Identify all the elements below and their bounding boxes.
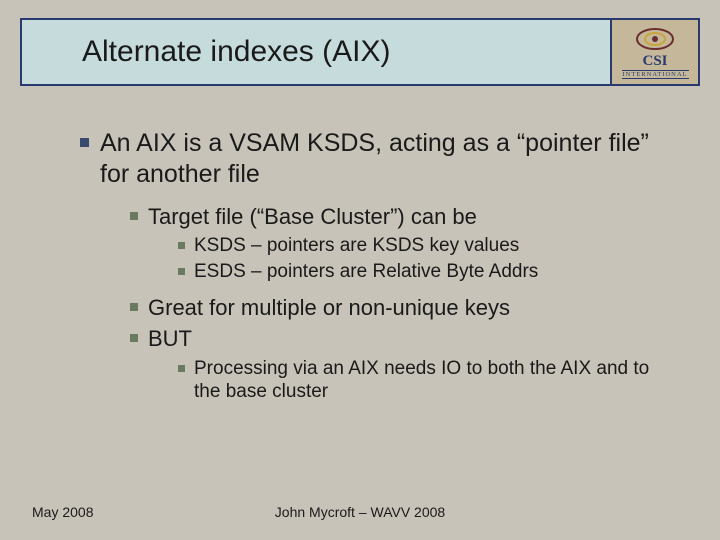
title-row: Alternate indexes (AIX) CSI INTERNATIONA… [20,18,700,86]
bullet-text: ESDS – pointers are Relative Byte Addrs [194,261,538,282]
bullet-list: An AIX is a VSAM KSDS, acting as a “poin… [80,128,660,404]
bullet-text: Great for multiple or non-unique keys [148,295,510,320]
bullet-l1: An AIX is a VSAM KSDS, acting as a “poin… [80,128,660,404]
bullet-text: An AIX is a VSAM KSDS, acting as a “poin… [100,129,649,188]
logo: CSI INTERNATIONAL [612,18,700,86]
content-area: An AIX is a VSAM KSDS, acting as a “poin… [80,128,660,414]
bullet-list-l3: KSDS – pointers are KSDS key values ESDS… [178,234,660,284]
bullet-text: Target file (“Base Cluster”) can be [148,204,477,229]
logo-name: CSI [642,54,667,69]
title-box: Alternate indexes (AIX) [20,18,612,86]
swirl-icon [634,25,676,53]
bullet-l2: Target file (“Base Cluster”) can be KSDS… [130,203,660,284]
slide-title: Alternate indexes (AIX) [82,35,390,69]
footer-author: John Mycroft – WAVV 2008 [0,504,720,520]
bullet-l2: BUT Processing via an AIX needs IO to bo… [130,325,660,404]
bullet-text: KSDS – pointers are KSDS key values [194,235,519,256]
bullet-text: BUT [148,326,192,351]
bullet-l2: Great for multiple or non-unique keys [130,294,660,322]
bullet-list-l2: Target file (“Base Cluster”) can be KSDS… [130,203,660,405]
bullet-text: Processing via an AIX needs IO to both t… [194,358,649,403]
bullet-list-l3: Processing via an AIX needs IO to both t… [178,357,660,405]
slide: Alternate indexes (AIX) CSI INTERNATIONA… [0,0,720,540]
bullet-l3: Processing via an AIX needs IO to both t… [178,357,660,405]
bullet-l3: KSDS – pointers are KSDS key values [178,234,660,258]
bullet-l3: ESDS – pointers are Relative Byte Addrs [178,260,660,284]
logo-sub: INTERNATIONAL [622,70,689,79]
